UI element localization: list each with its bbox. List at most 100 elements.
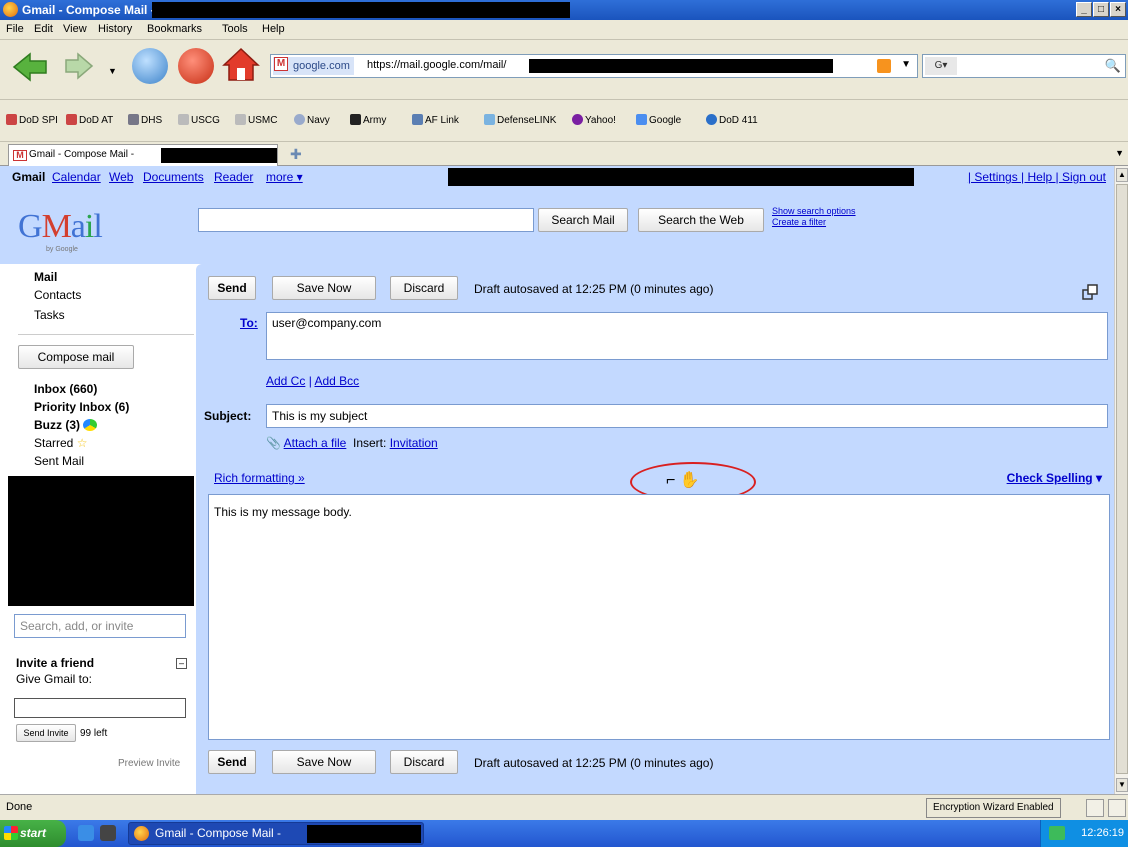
cmd-quicklaunch-icon[interactable]	[100, 825, 116, 841]
menu-file[interactable]: File	[6, 23, 24, 35]
history-dropdown-icon[interactable]: ▼	[108, 66, 117, 76]
addon-status-icon[interactable]	[1086, 799, 1104, 817]
nav-sent-mail[interactable]: Sent Mail	[34, 454, 84, 468]
maximize-button[interactable]: □	[1093, 2, 1109, 17]
create-filter-link[interactable]: Create a filter	[772, 217, 856, 228]
add-cc-link[interactable]: Add Cc	[266, 374, 305, 388]
search-icon[interactable]: 🔍	[1105, 58, 1121, 74]
menu-help[interactable]: Help	[262, 23, 285, 35]
compose-mail-button[interactable]: Compose mail	[18, 345, 134, 369]
preview-invite-link[interactable]: Preview Invite	[118, 758, 180, 769]
scroll-thumb[interactable]	[1116, 184, 1128, 774]
nav-tasks[interactable]: Tasks	[34, 308, 65, 322]
mail-search-input[interactable]	[198, 208, 534, 232]
tab-list-dropdown-icon[interactable]: ▼	[1115, 148, 1124, 158]
check-spelling-button[interactable]: Check Spelling ▾	[1007, 471, 1102, 485]
bookmark-item[interactable]: Army	[350, 114, 386, 126]
seal-icon	[6, 114, 17, 125]
reader-link[interactable]: Reader	[214, 170, 253, 184]
encryption-status-button[interactable]: Encryption Wizard Enabled	[926, 798, 1061, 818]
discard-button[interactable]: Discard	[390, 276, 458, 300]
save-now-button[interactable]: Save Now	[272, 276, 376, 300]
bookmark-item[interactable]: DefenseLINK	[484, 114, 556, 126]
nav-starred[interactable]: Starred ☆	[34, 436, 87, 450]
nav-inbox[interactable]: Inbox (660)	[34, 382, 97, 396]
invite-email-input[interactable]	[14, 698, 186, 718]
menu-view[interactable]: View	[63, 23, 87, 35]
taskbar-gmail-window[interactable]: Gmail - Compose Mail -	[128, 822, 424, 845]
menu-edit[interactable]: Edit	[34, 23, 53, 35]
invitation-link[interactable]: Invitation	[390, 436, 438, 450]
message-body-editor[interactable]: This is my message body.	[208, 494, 1110, 740]
page-scrollbar[interactable]: ▲ ▼	[1114, 166, 1128, 794]
network-icon[interactable]	[1049, 826, 1065, 840]
browser-search-bar[interactable]: G▾ 🔍	[922, 54, 1126, 78]
send-button-bottom[interactable]: Send	[208, 750, 256, 774]
stop-icon[interactable]	[178, 48, 214, 84]
nav-buzz[interactable]: Buzz (3)	[34, 418, 98, 432]
search-web-button[interactable]: Search the Web	[638, 208, 764, 232]
rich-formatting-link[interactable]: Rich formatting »	[214, 471, 305, 485]
address-bar[interactable]: google.com M https://mail.google.com/mai…	[270, 54, 918, 78]
collapse-icon[interactable]: –	[176, 658, 187, 669]
gmail-brand-link[interactable]: Gmail	[12, 170, 45, 184]
url-dropdown-icon[interactable]: ▼	[901, 59, 911, 70]
show-search-options-link[interactable]: Show search options	[772, 206, 856, 217]
search-engine-icon[interactable]: G▾	[925, 57, 957, 75]
menu-history[interactable]: History	[98, 23, 132, 35]
bookmark-item[interactable]: Yahoo!	[572, 114, 616, 126]
bookmark-item[interactable]: Navy	[294, 114, 330, 126]
forward-arrow-icon[interactable]	[64, 52, 94, 80]
send-invite-button[interactable]: Send Invite	[16, 724, 76, 742]
system-tray: 12:26:19	[1040, 820, 1128, 847]
window-title-bar[interactable]: Gmail - Compose Mail - _ □ ×	[0, 0, 1128, 20]
more-link[interactable]: more ▾	[266, 170, 303, 184]
ie-quicklaunch-icon[interactable]	[78, 825, 94, 841]
calendar-link[interactable]: Calendar	[52, 170, 101, 184]
send-button[interactable]: Send	[208, 276, 256, 300]
reload-icon[interactable]	[132, 48, 168, 84]
close-button[interactable]: ×	[1110, 2, 1126, 17]
attach-file-link[interactable]: Attach a file	[284, 436, 347, 450]
search-mail-button[interactable]: Search Mail	[538, 208, 628, 232]
account-links[interactable]: | Settings | Help | Sign out	[968, 170, 1106, 184]
security-status-icon[interactable]	[1108, 799, 1126, 817]
bookmark-item[interactable]: DoD SPI	[6, 114, 58, 126]
scroll-up-icon[interactable]: ▲	[1116, 168, 1128, 182]
bookmark-item[interactable]: DoD AT	[66, 114, 113, 126]
bookmark-item[interactable]: USCG	[178, 114, 220, 126]
menu-bookmarks[interactable]: Bookmarks	[147, 23, 202, 35]
to-label[interactable]: To:	[240, 316, 258, 330]
logo-subtext: by Google	[46, 246, 78, 253]
bookmark-item[interactable]: Google	[636, 114, 681, 126]
start-button[interactable]: start	[0, 820, 66, 847]
tab-gmail-compose[interactable]: M Gmail - Compose Mail -	[8, 144, 278, 166]
scroll-down-icon[interactable]: ▼	[1116, 778, 1128, 792]
minimize-button[interactable]: _	[1076, 2, 1092, 17]
discard-button-bottom[interactable]: Discard	[390, 750, 458, 774]
popout-icon[interactable]	[1082, 284, 1098, 300]
people-search-input[interactable]: Search, add, or invite	[14, 614, 186, 638]
documents-link[interactable]: Documents	[143, 170, 204, 184]
add-bcc-link[interactable]: Add Bcc	[314, 374, 359, 388]
save-now-button-bottom[interactable]: Save Now	[272, 750, 376, 774]
bookmark-item[interactable]: USMC	[235, 114, 277, 126]
back-arrow-icon[interactable]	[12, 52, 48, 82]
to-field[interactable]: user@company.com	[266, 312, 1108, 360]
nav-contacts[interactable]: Contacts	[34, 288, 81, 302]
new-tab-icon[interactable]: ✚	[290, 146, 302, 163]
web-link[interactable]: Web	[109, 170, 133, 184]
bookmark-item[interactable]: DoD 411	[706, 114, 758, 126]
menu-tools[interactable]: Tools	[222, 23, 248, 35]
home-icon[interactable]	[222, 46, 260, 84]
url-text[interactable]: https://mail.google.com/mail/	[367, 59, 506, 71]
nav-priority-inbox[interactable]: Priority Inbox (6)	[34, 400, 129, 414]
firefox-logo-icon	[3, 2, 18, 17]
bookmark-item[interactable]: DHS	[128, 114, 162, 126]
subject-field[interactable]: This is my subject	[266, 404, 1108, 428]
bookmark-item[interactable]: AF Link	[412, 114, 459, 126]
nav-mail[interactable]: Mail	[34, 270, 57, 284]
rss-feed-icon[interactable]	[877, 59, 891, 73]
page-content: Gmail Calendar Web Documents Reader more…	[0, 166, 1114, 794]
gmail-logo[interactable]: GMail	[18, 208, 103, 246]
